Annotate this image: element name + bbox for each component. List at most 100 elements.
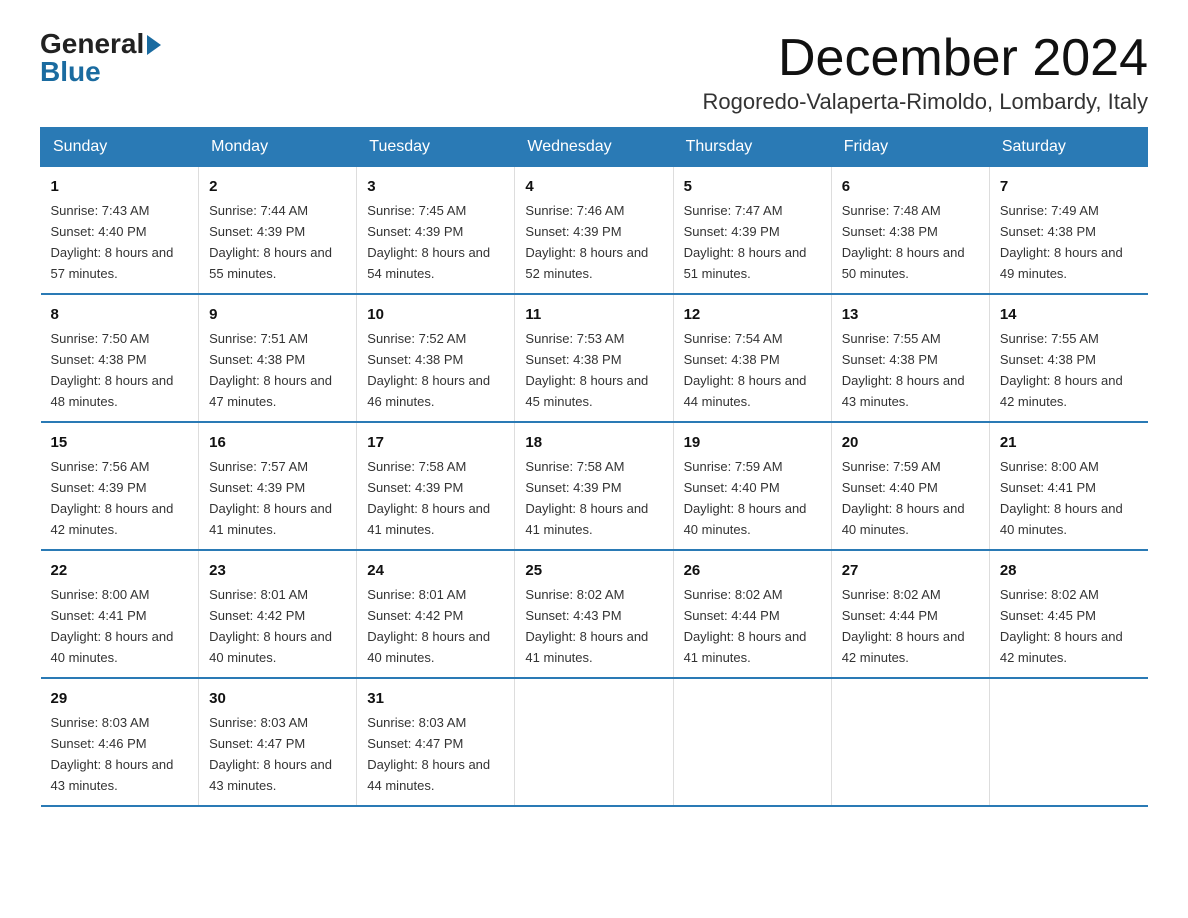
day-cell: 12 Sunrise: 7:54 AM Sunset: 4:38 PM Dayligh… bbox=[673, 294, 831, 422]
sunrise-info: Sunrise: 8:02 AM bbox=[842, 587, 941, 602]
sunrise-info: Sunrise: 7:45 AM bbox=[367, 203, 466, 218]
location-title: Rogoredo-Valaperta-Rimoldo, Lombardy, It… bbox=[702, 89, 1148, 115]
daylight-info: Daylight: 8 hours and 55 minutes. bbox=[209, 245, 332, 281]
sunrise-info: Sunrise: 8:00 AM bbox=[51, 587, 150, 602]
logo-general-text: General bbox=[40, 30, 144, 58]
daylight-info: Daylight: 8 hours and 46 minutes. bbox=[367, 373, 490, 409]
header-cell-thursday: Thursday bbox=[673, 128, 831, 167]
header-cell-friday: Friday bbox=[831, 128, 989, 167]
sunset-info: Sunset: 4:39 PM bbox=[525, 480, 621, 495]
day-number: 16 bbox=[209, 431, 346, 454]
daylight-info: Daylight: 8 hours and 47 minutes. bbox=[209, 373, 332, 409]
sunset-info: Sunset: 4:44 PM bbox=[684, 608, 780, 623]
day-number: 11 bbox=[525, 303, 662, 326]
logo-general: General bbox=[40, 30, 161, 58]
sunrise-info: Sunrise: 7:47 AM bbox=[684, 203, 783, 218]
day-cell: 15Sunrise: 7:56 AMSunset: 4:39 PMDayligh… bbox=[41, 422, 199, 550]
daylight-info: Daylight: 8 hours and 40 minutes. bbox=[367, 629, 490, 665]
day-cell: 27Sunrise: 8:02 AMSunset: 4:44 PMDayligh… bbox=[831, 550, 989, 678]
sunset-info: Sunset: 4:39 PM bbox=[525, 224, 621, 239]
day-cell: 2Sunrise: 7:44 AMSunset: 4:39 PMDaylight… bbox=[199, 167, 357, 294]
header-cell-wednesday: Wednesday bbox=[515, 128, 673, 167]
sunset-info: Sunset: 4:40 PM bbox=[51, 224, 147, 239]
header-cell-sunday: Sunday bbox=[41, 128, 199, 167]
day-number: 25 bbox=[525, 559, 662, 582]
day-number: 13 bbox=[842, 303, 979, 326]
daylight-info: Daylight: 8 hours and 41 minutes. bbox=[209, 501, 332, 537]
daylight-info: Daylight: 8 hours and 44 minutes. bbox=[684, 373, 807, 409]
daylight-info: Daylight: 8 hours and 41 minutes. bbox=[525, 501, 648, 537]
day-cell: 23Sunrise: 8:01 AMSunset: 4:42 PMDayligh… bbox=[199, 550, 357, 678]
day-cell: 6Sunrise: 7:48 AMSunset: 4:38 PMDaylight… bbox=[831, 167, 989, 294]
day-number: 7 bbox=[1000, 175, 1138, 198]
daylight-info: Daylight: 8 hours and 40 minutes. bbox=[684, 501, 807, 537]
day-number: 10 bbox=[367, 303, 504, 326]
sunrise-info: Sunrise: 7:49 AM bbox=[1000, 203, 1099, 218]
day-number: 20 bbox=[842, 431, 979, 454]
daylight-info: Daylight: 8 hours and 41 minutes. bbox=[367, 501, 490, 537]
sunrise-info: Sunrise: 7:48 AM bbox=[842, 203, 941, 218]
day-number: 23 bbox=[209, 559, 346, 582]
day-cell: 18Sunrise: 7:58 AMSunset: 4:39 PMDayligh… bbox=[515, 422, 673, 550]
daylight-info: Daylight: 8 hours and 48 minutes. bbox=[51, 373, 174, 409]
daylight-info: Daylight: 8 hours and 44 minutes. bbox=[367, 757, 490, 793]
day-cell: 16Sunrise: 7:57 AMSunset: 4:39 PMDayligh… bbox=[199, 422, 357, 550]
daylight-info: Daylight: 8 hours and 41 minutes. bbox=[684, 629, 807, 665]
sunset-info: Sunset: 4:40 PM bbox=[842, 480, 938, 495]
week-row-5: 29Sunrise: 8:03 AMSunset: 4:46 PMDayligh… bbox=[41, 678, 1148, 806]
day-number: 18 bbox=[525, 431, 662, 454]
daylight-info: Daylight: 8 hours and 41 minutes. bbox=[525, 629, 648, 665]
sunrise-info: Sunrise: 8:01 AM bbox=[209, 587, 308, 602]
day-cell: 19Sunrise: 7:59 AMSunset: 4:40 PMDayligh… bbox=[673, 422, 831, 550]
day-cell: 4Sunrise: 7:46 AMSunset: 4:39 PMDaylight… bbox=[515, 167, 673, 294]
month-title: December 2024 bbox=[702, 30, 1148, 87]
day-cell: 5Sunrise: 7:47 AMSunset: 4:39 PMDaylight… bbox=[673, 167, 831, 294]
header-cell-saturday: Saturday bbox=[989, 128, 1147, 167]
sunrise-info: Sunrise: 8:01 AM bbox=[367, 587, 466, 602]
title-block: December 2024 Rogoredo-Valaperta-Rimoldo… bbox=[702, 30, 1148, 115]
sunrise-info: Sunrise: 8:03 AM bbox=[51, 715, 150, 730]
sunrise-info: Sunrise: 7:59 AM bbox=[842, 459, 941, 474]
sunrise-info: Sunrise: 8:02 AM bbox=[1000, 587, 1099, 602]
daylight-info: Daylight: 8 hours and 42 minutes. bbox=[1000, 629, 1123, 665]
sunset-info: Sunset: 4:39 PM bbox=[367, 224, 463, 239]
day-cell bbox=[673, 678, 831, 806]
day-cell: 10Sunrise: 7:52 AMSunset: 4:38 PMDayligh… bbox=[357, 294, 515, 422]
sunrise-info: Sunrise: 7:58 AM bbox=[367, 459, 466, 474]
daylight-info: Daylight: 8 hours and 43 minutes. bbox=[51, 757, 174, 793]
day-cell: 13Sunrise: 7:55 AMSunset: 4:38 PMDayligh… bbox=[831, 294, 989, 422]
sunrise-info: Sunrise: 8:02 AM bbox=[525, 587, 624, 602]
week-row-3: 15Sunrise: 7:56 AMSunset: 4:39 PMDayligh… bbox=[41, 422, 1148, 550]
day-cell: 28Sunrise: 8:02 AMSunset: 4:45 PMDayligh… bbox=[989, 550, 1147, 678]
day-cell: 17Sunrise: 7:58 AMSunset: 4:39 PMDayligh… bbox=[357, 422, 515, 550]
day-number: 8 bbox=[51, 303, 189, 326]
daylight-info: Daylight: 8 hours and 54 minutes. bbox=[367, 245, 490, 281]
day-cell: 25Sunrise: 8:02 AMSunset: 4:43 PMDayligh… bbox=[515, 550, 673, 678]
day-cell: 30Sunrise: 8:03 AMSunset: 4:47 PMDayligh… bbox=[199, 678, 357, 806]
sunset-info: Sunset: 4:39 PM bbox=[209, 224, 305, 239]
header-row: SundayMondayTuesdayWednesdayThursdayFrid… bbox=[41, 128, 1148, 167]
daylight-info: Daylight: 8 hours and 40 minutes. bbox=[1000, 501, 1123, 537]
day-cell: 3 Sunrise: 7:45 AM Sunset: 4:39 PM Daylight… bbox=[357, 167, 515, 294]
week-row-4: 22Sunrise: 8:00 AMSunset: 4:41 PMDayligh… bbox=[41, 550, 1148, 678]
sunrise-info: Sunrise: 7:53 AM bbox=[525, 331, 624, 346]
sunset-info: Sunset: 4:38 PM bbox=[51, 352, 147, 367]
week-row-1: 1Sunrise: 7:43 AMSunset: 4:40 PMDaylight… bbox=[41, 167, 1148, 294]
sunset-info: Sunset: 4:38 PM bbox=[684, 352, 780, 367]
sunset-info: Sunset: 4:39 PM bbox=[209, 480, 305, 495]
daylight-info: Daylight: 8 hours and 57 minutes. bbox=[51, 245, 174, 281]
day-number: 3 bbox=[367, 175, 504, 198]
week-row-2: 8Sunrise: 7:50 AMSunset: 4:38 PMDaylight… bbox=[41, 294, 1148, 422]
sunset-info: Sunset: 4:47 PM bbox=[367, 736, 463, 751]
day-number: 21 bbox=[1000, 431, 1138, 454]
sunrise-info: Sunrise: 7:43 AM bbox=[51, 203, 150, 218]
day-cell: 8Sunrise: 7:50 AMSunset: 4:38 PMDaylight… bbox=[41, 294, 199, 422]
daylight-info: Daylight: 8 hours and 50 minutes. bbox=[842, 245, 965, 281]
logo-arrow-icon bbox=[147, 35, 161, 55]
day-cell: 9Sunrise: 7:51 AMSunset: 4:38 PMDaylight… bbox=[199, 294, 357, 422]
day-number: 12 bbox=[684, 303, 821, 326]
day-cell: 1Sunrise: 7:43 AMSunset: 4:40 PMDaylight… bbox=[41, 167, 199, 294]
calendar-body: 1Sunrise: 7:43 AMSunset: 4:40 PMDaylight… bbox=[41, 167, 1148, 806]
sunrise-info: Sunrise: 7:54 AM bbox=[684, 331, 783, 346]
daylight-info: Daylight: 8 hours and 52 minutes. bbox=[525, 245, 648, 281]
